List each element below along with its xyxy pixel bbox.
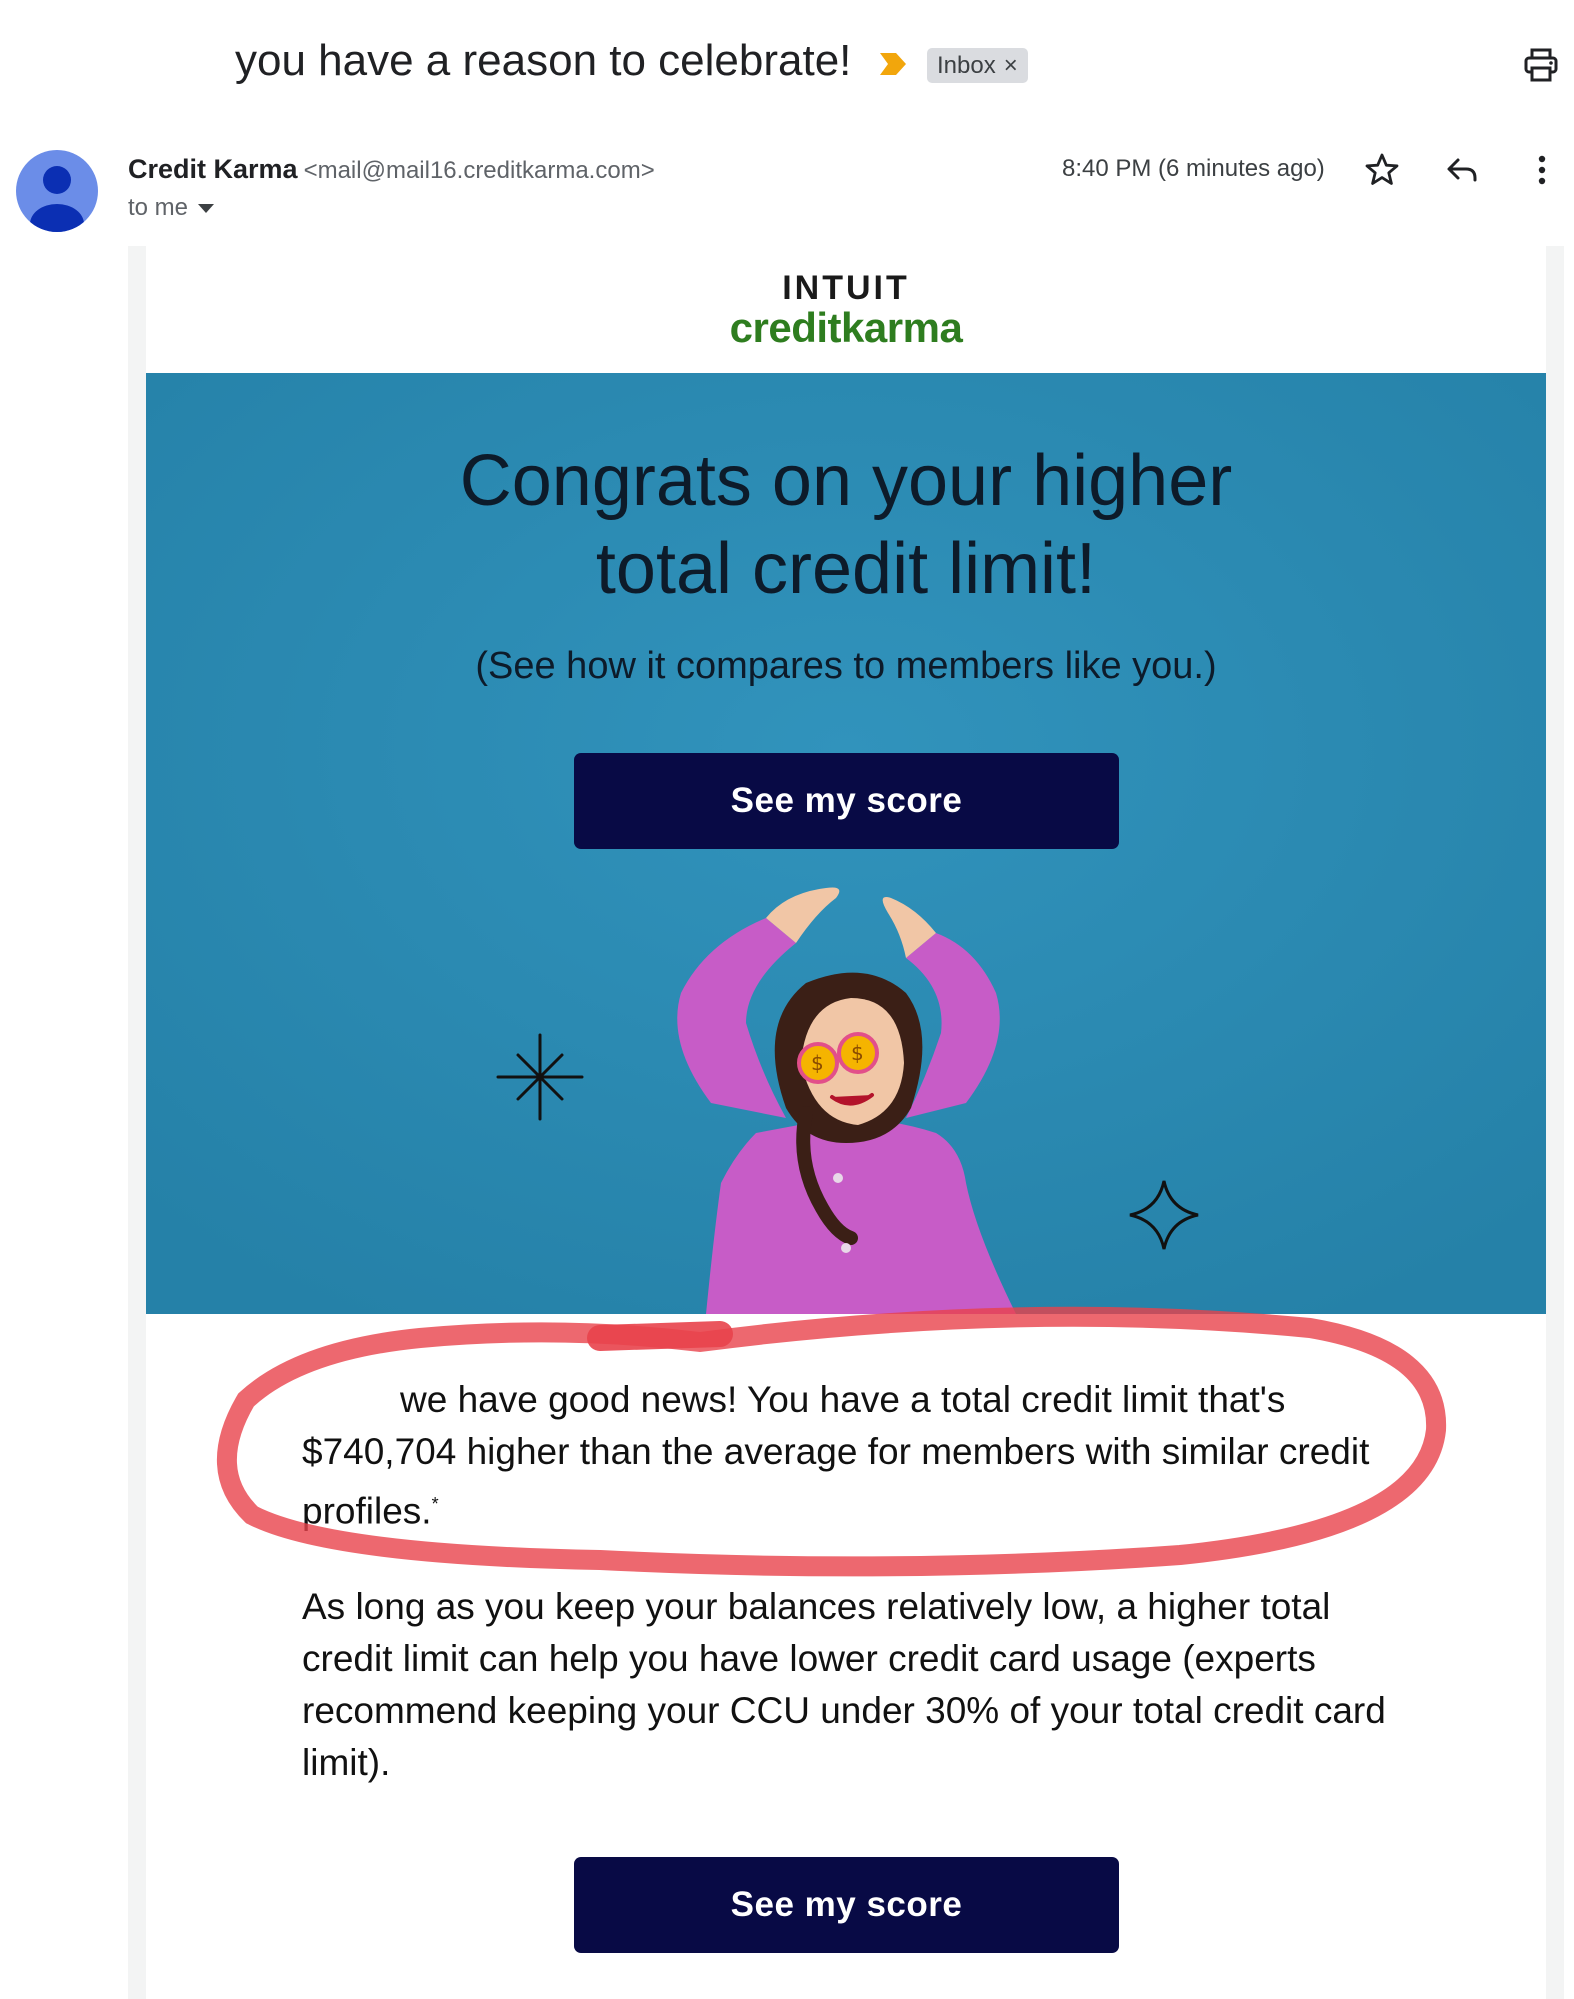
chevron-down-icon[interactable] [198, 203, 215, 213]
see-my-score-button[interactable]: See my score [574, 753, 1119, 849]
importance-marker-icon[interactable] [878, 50, 908, 78]
star-icon[interactable] [1362, 150, 1402, 190]
sender-email: <mail@mail16.creditkarma.com> [303, 157, 655, 184]
footnote-marker[interactable]: * [432, 1494, 439, 1514]
hero-title-line2: total credit limit! [595, 529, 1097, 609]
sender-line: Credit Karma <mail@mail16.creditkarma.com… [128, 154, 655, 185]
sender-row: Credit Karma <mail@mail16.creditkarma.com… [0, 140, 1574, 240]
logo-creditkarma-text: creditkarma [729, 304, 963, 351]
hero-subtitle: (See how it compares to members like you… [475, 645, 1217, 687]
svg-text:$: $ [811, 1051, 824, 1075]
label-chip-close-icon[interactable]: × [1004, 53, 1018, 78]
logo-intuit-text: INTUIT [782, 269, 910, 307]
hero-banner: $ $ Congrats on your higher total credit… [146, 373, 1546, 1314]
creditkarma-logo[interactable]: INTUIT creditkarma [146, 270, 1546, 350]
reply-icon[interactable] [1442, 150, 1482, 190]
recipient-details[interactable]: to me [128, 194, 215, 222]
print-icon[interactable] [1522, 46, 1560, 84]
svg-text:$: $ [851, 1041, 864, 1065]
timestamp: 8:40 PM (6 minutes ago) [1062, 155, 1325, 182]
good-news-paragraph: we have good news! You have a total cred… [302, 1374, 1402, 1537]
sender-name[interactable]: Credit Karma [128, 154, 298, 184]
avatar-icon [30, 166, 84, 232]
good-news-text: we have good news! You have a total cred… [302, 1379, 1370, 1532]
see-my-score-button-secondary[interactable]: See my score [574, 1857, 1119, 1953]
more-vert-icon[interactable] [1522, 150, 1562, 190]
recipient-label: to me [128, 194, 189, 221]
email-body-frame: INTUIT creditkarma $ $ Congrats on your … [128, 246, 1564, 1999]
email-subject: you have a reason to celebrate! [235, 36, 852, 85]
avatar[interactable] [16, 150, 98, 232]
label-chip-inbox[interactable]: Inbox × [927, 48, 1028, 83]
credit-usage-paragraph: As long as you keep your balances relati… [302, 1586, 1386, 1783]
label-chip-text: Inbox [937, 51, 996, 79]
hero-title: Congrats on your higher total credit lim… [146, 437, 1546, 613]
hero-title-line1: Congrats on your higher [459, 441, 1233, 521]
email-card: INTUIT creditkarma $ $ Congrats on your … [146, 246, 1546, 1999]
subject-row: you have a reason to celebrate! Inbox × [0, 0, 1574, 128]
